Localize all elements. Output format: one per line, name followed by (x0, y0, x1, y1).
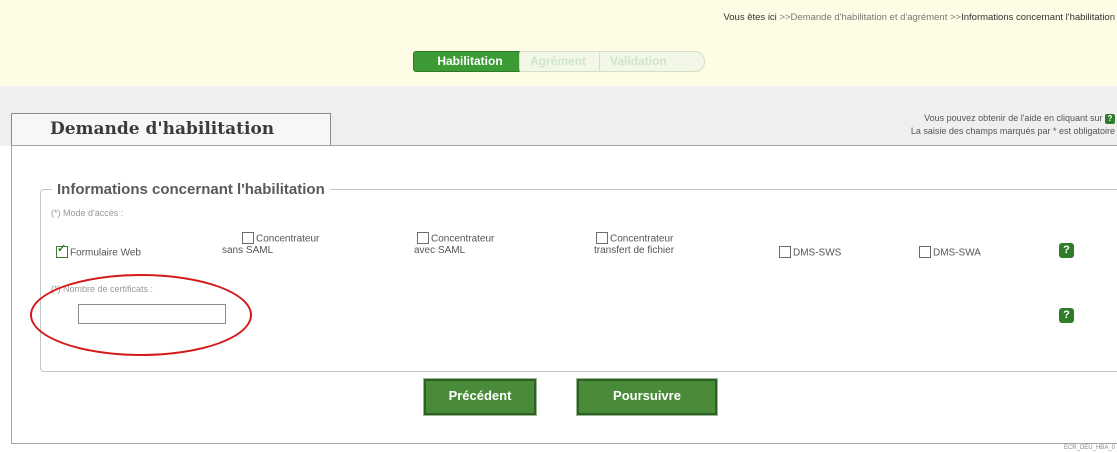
mode-option-dms-sws[interactable]: DMS-SWS (779, 246, 842, 259)
option-label-dms-swa: DMS-SWA (933, 247, 981, 259)
checkbox-dms-sws[interactable] (779, 246, 791, 258)
section-legend: Informations concernant l'habilitation (52, 181, 330, 198)
poursuivre-button[interactable]: Poursuivre (576, 378, 718, 416)
mode-option-formulaire-web[interactable]: Formulaire Web (56, 244, 141, 259)
mode-option-concentrateur-sans-saml[interactable]: Concentrateur sans SAML (222, 232, 320, 256)
required-notice: La saisie des champs marqués par * est o… (910, 126, 1115, 136)
step-validation: Validation (599, 51, 705, 72)
option-label-concentrateur-transfert-1: Concentrateur (610, 233, 674, 245)
help-icon[interactable]: ? (1105, 113, 1115, 124)
checkbox-formulaire-web[interactable] (56, 244, 68, 258)
help-icon-mode-acces[interactable]: ? (1059, 243, 1074, 258)
option-label-dms-sws: DMS-SWS (793, 247, 842, 259)
option-label-concentrateur-avec-saml-2: avec SAML (414, 245, 466, 256)
help-info: Vous pouvez obtenir de l'aide en cliquan… (911, 112, 1115, 138)
page-title: Demande d'habilitation (50, 119, 275, 139)
precedent-button[interactable]: Précédent (423, 378, 537, 416)
help-line-1: Vous pouvez obtenir de l'aide en cliquan… (911, 112, 1115, 125)
option-label-concentrateur-transfert-2: transfert de fichier (594, 245, 675, 256)
breadcrumb-sep-2: >> (949, 12, 962, 23)
mode-option-concentrateur-transfert[interactable]: Concentrateur transfert de fichier (594, 232, 675, 256)
option-label-formulaire-web: Formulaire Web (70, 247, 141, 259)
mode-option-concentrateur-avec-saml[interactable]: Concentrateur avec SAML (414, 232, 495, 256)
breadcrumb-sep-1: >> (779, 12, 791, 23)
step-habilitation[interactable]: Habilitation (413, 51, 527, 72)
help-line-1-text: Vous pouvez obtenir de l'aide en cliquan… (924, 113, 1103, 123)
footer-screen-code: ECR_DEU_HBA_0 (1063, 445, 1115, 451)
option-label-concentrateur-sans-saml-2: sans SAML (222, 245, 274, 256)
breadcrumb-link-demande[interactable]: Demande d'habilitation et d'agrément (791, 12, 948, 23)
checkbox-concentrateur-transfert[interactable] (596, 232, 608, 244)
mode-option-dms-swa[interactable]: DMS-SWA (919, 246, 981, 259)
page-title-box: Demande d'habilitation (11, 113, 331, 145)
mode-acces-label: (*) Mode d'accès : (51, 208, 124, 218)
checkbox-dms-swa[interactable] (919, 246, 931, 258)
option-label-concentrateur-sans-saml-1: Concentrateur (256, 233, 320, 245)
help-icon-certificats[interactable]: ? (1059, 308, 1074, 323)
breadcrumb-lead: Vous êtes ici (723, 12, 777, 23)
breadcrumb: Vous êtes ici >>Demande d'habilitation e… (723, 12, 1115, 23)
checkbox-concentrateur-sans-saml[interactable] (242, 232, 254, 244)
checkbox-concentrateur-avec-saml[interactable] (417, 232, 429, 244)
breadcrumb-current: Informations concernant l'habilitation (961, 12, 1115, 23)
highlight-ellipse (30, 274, 252, 356)
option-label-concentrateur-avec-saml-1: Concentrateur (431, 233, 495, 245)
